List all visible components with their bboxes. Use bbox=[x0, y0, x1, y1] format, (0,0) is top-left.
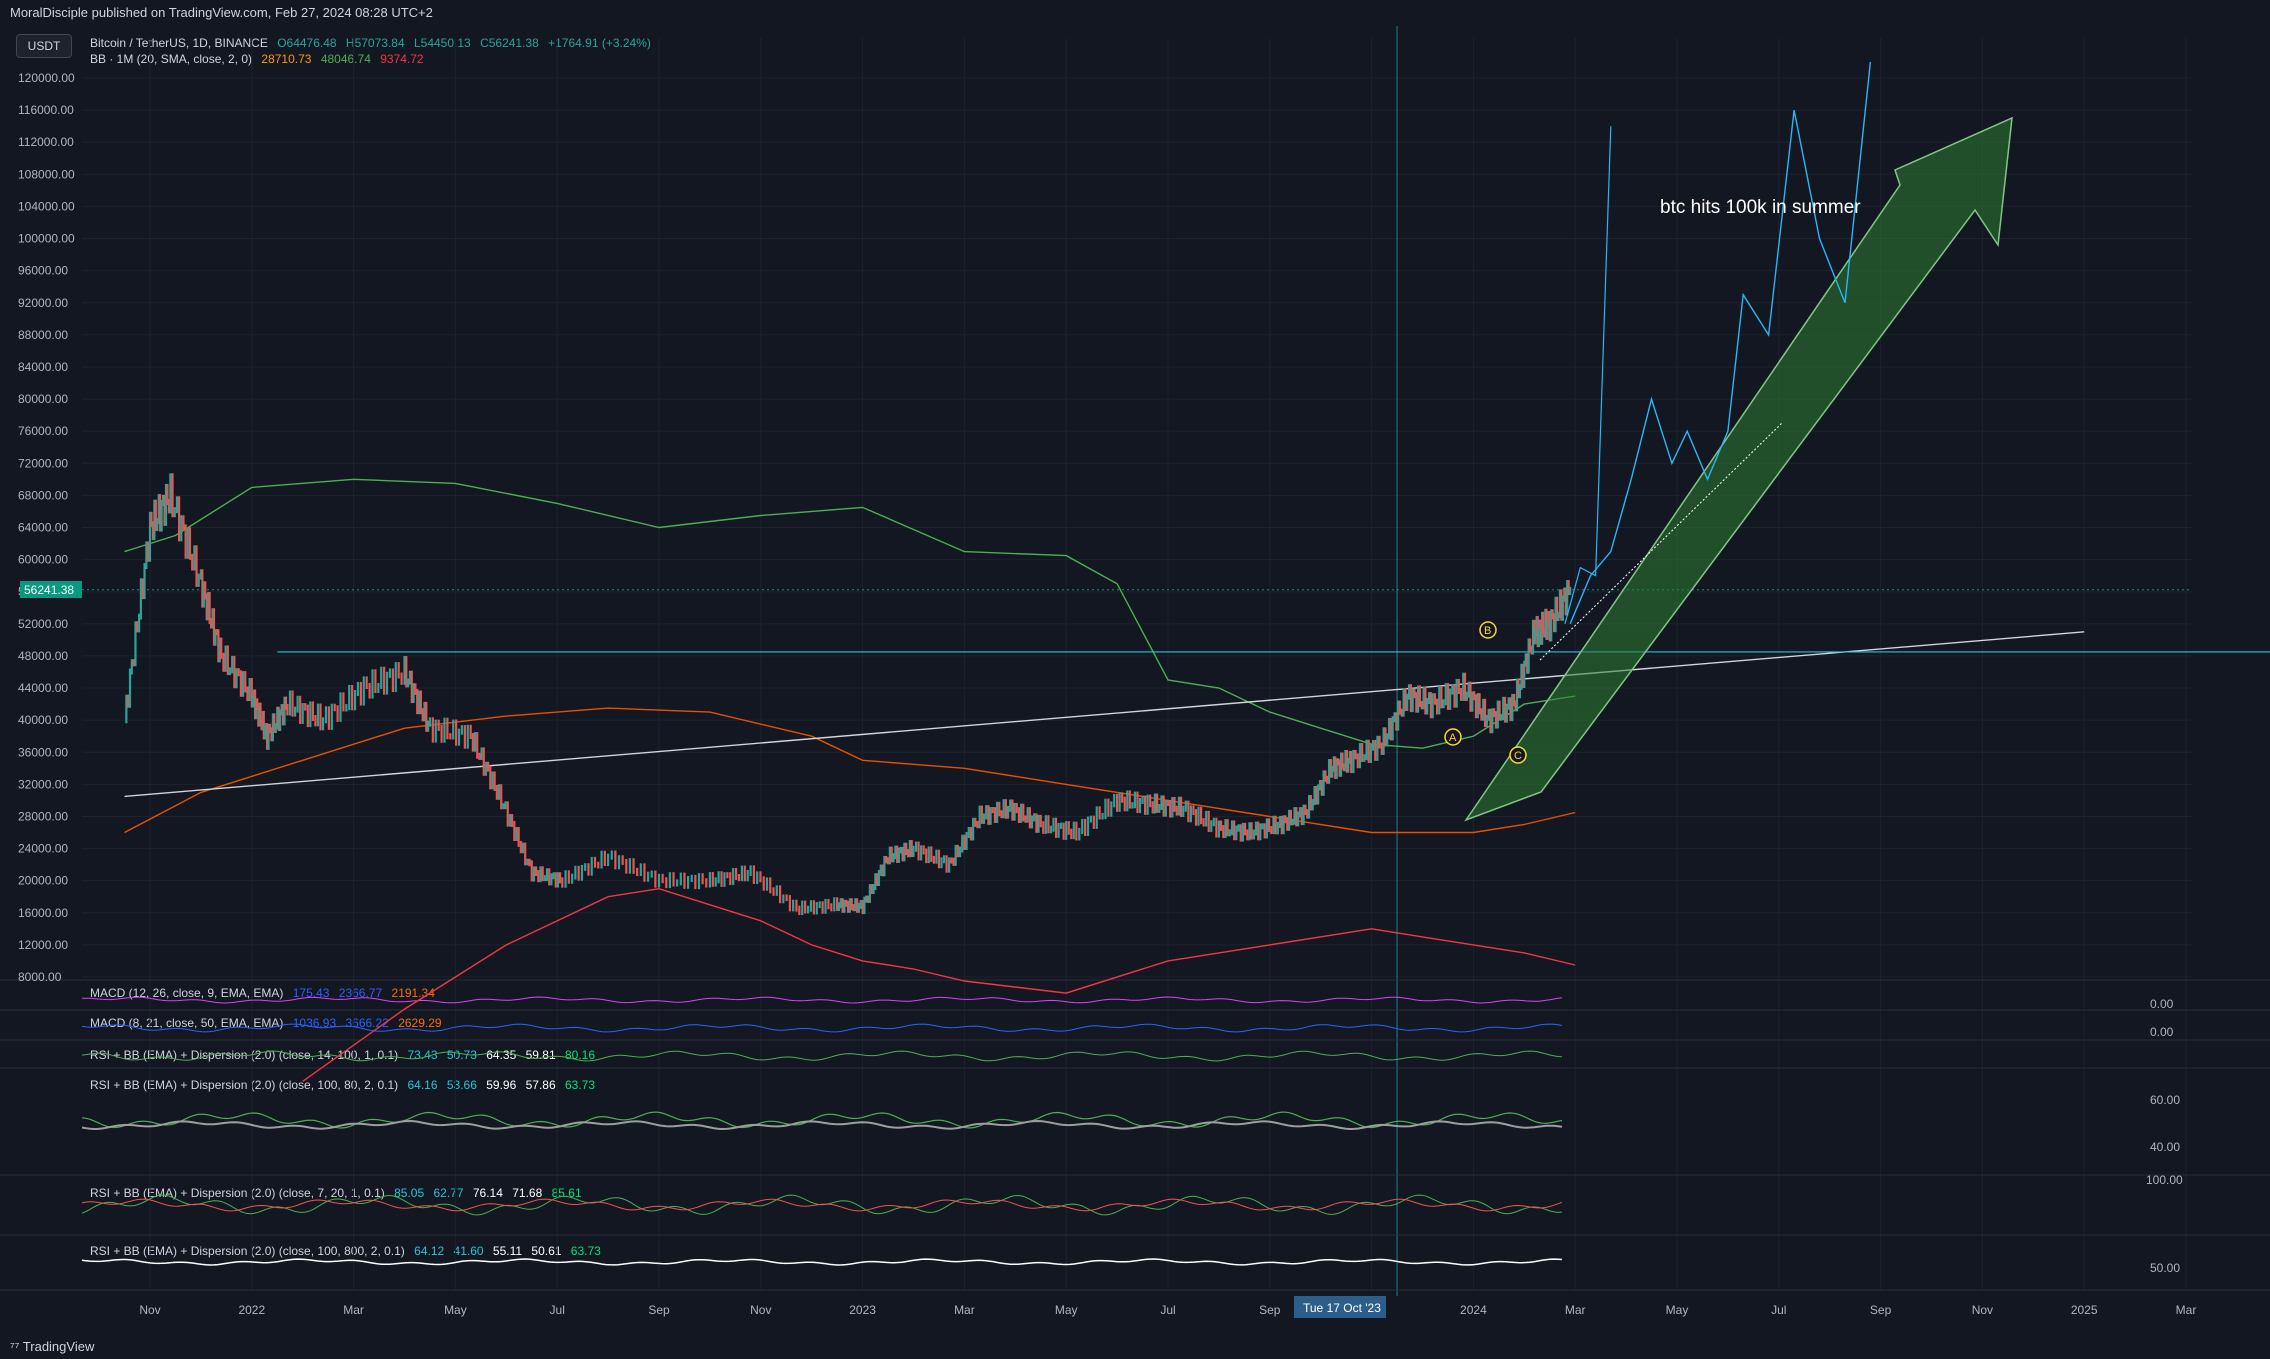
x-tick-label: May bbox=[1666, 1303, 1689, 1317]
y-tick-label: 16000.00 bbox=[18, 906, 68, 920]
indicator-panes bbox=[0, 979, 2270, 1291]
macd2-signal bbox=[81, 1023, 1563, 1033]
y-axis: 120000.00 116000.00 112000.00 108000.00 1040… bbox=[18, 71, 75, 984]
x-tick-label: Jul bbox=[1771, 1303, 1786, 1317]
y-tick-label: 12000.00 bbox=[18, 938, 68, 952]
y-tick-label: 84000.00 bbox=[18, 360, 68, 374]
rsi2-scale-low: 40.00 bbox=[2150, 1140, 2180, 1154]
y-tick-label: 92000.00 bbox=[18, 296, 68, 310]
x-tick-label: Mar bbox=[1565, 1303, 1586, 1317]
x-tick-label: May bbox=[1055, 1303, 1078, 1317]
macd1-signal bbox=[82, 996, 1563, 1004]
x-tick-label: 2025 bbox=[2071, 1303, 2098, 1317]
y-tick-label: 104000.00 bbox=[18, 199, 75, 213]
bb-basis-line bbox=[124, 707, 1576, 834]
y-tick-label: 8000.00 bbox=[18, 970, 62, 984]
wave-b-label: B bbox=[1484, 625, 1491, 637]
bollinger-bands bbox=[124, 478, 1576, 1082]
y-tick-label: 80000.00 bbox=[18, 392, 68, 406]
y-tick-label: 44000.00 bbox=[18, 681, 68, 695]
y-tick-label: 88000.00 bbox=[18, 328, 68, 342]
y-tick-label: 116000.00 bbox=[18, 103, 74, 117]
y-tick-label: 36000.00 bbox=[18, 745, 68, 759]
x-tick-label: Sep bbox=[648, 1303, 670, 1317]
y-tick-label: 48000.00 bbox=[18, 649, 68, 663]
note-text: btc hits 100k in summer bbox=[1660, 197, 1861, 218]
x-tick-label: May bbox=[444, 1303, 467, 1317]
brand-label: TradingView bbox=[22, 1339, 95, 1354]
x-tick-label: Sep bbox=[1259, 1303, 1281, 1317]
date-marker-label: Tue 17 Oct '23 bbox=[1303, 1301, 1381, 1315]
bullish-arrow bbox=[1464, 116, 2013, 822]
y-tick-label: 28000.00 bbox=[18, 809, 68, 823]
y-tick-label: 100000.00 bbox=[18, 232, 75, 246]
x-tick-label: 2024 bbox=[1460, 1303, 1487, 1317]
y-tick-label: 60000.00 bbox=[18, 553, 68, 567]
rsi4-line bbox=[81, 1258, 1563, 1266]
price-tag-label: 56241.38 bbox=[24, 583, 74, 597]
rsi3-scale: 100.00 bbox=[2146, 1173, 2183, 1187]
wave-a-label: A bbox=[1449, 732, 1457, 744]
price-chart[interactable]: 120000.00 116000.00 112000.00 108000.00 1040… bbox=[0, 0, 2270, 1336]
y-tick-label: 24000.00 bbox=[18, 842, 68, 856]
y-tick-label: 108000.00 bbox=[18, 167, 75, 181]
x-tick-label: Nov bbox=[750, 1303, 771, 1317]
x-tick-label: 2023 bbox=[849, 1303, 876, 1317]
y-tick-label: 76000.00 bbox=[18, 424, 68, 438]
rsi3-line bbox=[81, 1194, 1563, 1216]
rsi2-basis bbox=[81, 1119, 1563, 1131]
x-tick-label: Jul bbox=[550, 1303, 565, 1317]
macd2-scale: 0.00 bbox=[2150, 1025, 2174, 1039]
y-tick-label: 40000.00 bbox=[18, 713, 68, 727]
x-tick-label: Nov bbox=[1972, 1303, 1993, 1317]
y-tick-label: 64000.00 bbox=[18, 521, 68, 535]
y-tick-label: 20000.00 bbox=[18, 874, 68, 888]
y-tick-label: 120000.00 bbox=[18, 71, 75, 85]
rsi2-scale-high: 60.00 bbox=[2150, 1093, 2180, 1107]
bb-upper-line bbox=[124, 478, 1576, 749]
x-tick-label: Jul bbox=[1160, 1303, 1175, 1317]
macd1-scale: 0.00 bbox=[2150, 997, 2174, 1011]
x-tick-label: Mar bbox=[954, 1303, 975, 1317]
x-tick-label: 2022 bbox=[238, 1303, 265, 1317]
x-axis: Nov 2022 Mar May Jul Sep Nov 2023 Mar May Jul Sep No… bbox=[139, 1303, 2196, 1317]
y-tick-label: 32000.00 bbox=[18, 777, 68, 791]
wave-c-label: C bbox=[1514, 750, 1522, 762]
x-tick-label: Sep bbox=[1870, 1303, 1892, 1317]
y-tick-label: 96000.00 bbox=[18, 264, 68, 278]
projection-line-2 bbox=[1564, 126, 1612, 624]
rsi1-line bbox=[81, 1050, 1563, 1062]
x-tick-label: Nov bbox=[139, 1303, 160, 1317]
drawings bbox=[124, 116, 2270, 822]
y-tick-label: 52000.00 bbox=[18, 617, 68, 631]
y-tick-label: 72000.00 bbox=[18, 456, 68, 470]
y-tick-label: 68000.00 bbox=[18, 488, 68, 502]
grid-lines bbox=[82, 26, 2192, 1296]
rsi4-scale: 50.00 bbox=[2150, 1261, 2180, 1275]
y-tick-label: 112000.00 bbox=[18, 135, 74, 149]
x-tick-label: Mar bbox=[2176, 1303, 2197, 1317]
tradingview-logo: ⁷⁷ TradingView bbox=[10, 1339, 95, 1354]
footer: ⁷⁷ TradingView bbox=[0, 1336, 2270, 1359]
x-tick-label: Mar bbox=[343, 1303, 364, 1317]
